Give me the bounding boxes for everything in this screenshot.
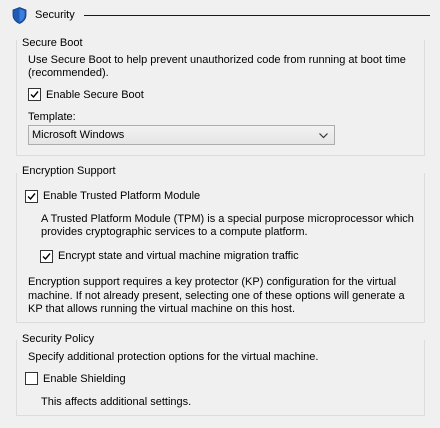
enable-shielding-checkbox[interactable]	[25, 372, 38, 385]
enable-tpm-checkbox[interactable]	[25, 190, 38, 203]
header-divider	[84, 15, 430, 16]
section-title: Security	[35, 9, 75, 21]
security-policy-description: Specify additional protection options fo…	[28, 351, 319, 363]
enable-tpm-label[interactable]: Enable Trusted Platform Module	[43, 189, 200, 203]
tpm-description-line1: A Trusted Platform Module (TPM) is a spe…	[41, 213, 414, 225]
encryption-note-line1: Encryption support requires a key protec…	[28, 276, 397, 288]
encryption-note-line3: KP that allows running the virtual machi…	[28, 303, 296, 315]
enable-secure-boot-label[interactable]: Enable Secure Boot	[46, 88, 144, 102]
encryption-group-title: Encryption Support	[22, 165, 116, 177]
enable-shielding-label[interactable]: Enable Shielding	[43, 372, 126, 386]
checkmark-icon	[42, 253, 51, 261]
secure-boot-description-line2: (recommended).	[28, 67, 109, 79]
shield-icon	[12, 7, 27, 24]
encryption-note-line2: machine. If not already present, selecti…	[28, 290, 405, 302]
shielding-note: This affects additional settings.	[41, 396, 192, 408]
tpm-description-line2: provides cryptographic services to a com…	[41, 226, 308, 238]
chevron-down-icon	[319, 133, 328, 139]
checkmark-icon	[30, 91, 39, 99]
encrypt-state-label[interactable]: Encrypt state and virtual machine migrat…	[58, 249, 299, 263]
template-dropdown[interactable]: Microsoft Windows	[28, 125, 335, 145]
secure-boot-group-title: Secure Boot	[22, 37, 83, 49]
template-label: Template:	[28, 111, 76, 123]
template-selected-value: Microsoft Windows	[32, 129, 125, 141]
enable-secure-boot-checkbox[interactable]	[28, 88, 41, 101]
encrypt-state-checkbox[interactable]	[40, 250, 53, 263]
checkmark-icon	[27, 193, 36, 201]
secure-boot-description-line1: Use Secure Boot to help prevent unauthor…	[28, 54, 406, 66]
security-policy-group-title: Security Policy	[22, 333, 95, 345]
section-header: Security	[0, 0, 440, 30]
